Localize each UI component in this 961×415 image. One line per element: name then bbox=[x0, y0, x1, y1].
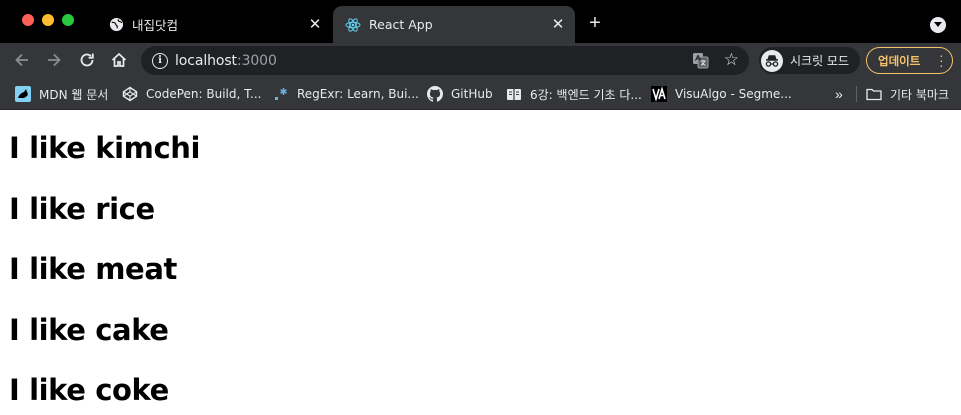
bookmark-mdn[interactable]: MDN 웹 문서 bbox=[15, 83, 108, 105]
bookmark-label: GitHub bbox=[451, 87, 493, 101]
food-heading: I like coke bbox=[9, 373, 169, 407]
other-bookmarks-folder[interactable]: 기타 북마크 bbox=[866, 83, 949, 105]
bookmark-backend[interactable]: 6강: 백엔드 기초 다... bbox=[506, 83, 642, 105]
reload-button[interactable] bbox=[76, 49, 98, 71]
food-heading: I like rice bbox=[9, 192, 155, 226]
book-icon bbox=[506, 86, 522, 102]
translate-icon[interactable] bbox=[692, 52, 709, 69]
maximize-window-button[interactable] bbox=[62, 14, 74, 26]
tab-react-app[interactable]: React App ✕ bbox=[333, 6, 575, 43]
bookmark-star-icon[interactable]: ☆ bbox=[724, 51, 739, 69]
tab-strip: 내집닷컴 ✕ React App ✕ + bbox=[0, 0, 961, 43]
regexr-icon bbox=[273, 86, 289, 102]
page-content: I like kimchi I like rice I like meat I … bbox=[0, 111, 961, 415]
visualgo-icon bbox=[651, 86, 667, 102]
address-bar[interactable]: i localhost:3000 ☆ bbox=[141, 46, 749, 75]
home-icon bbox=[111, 52, 127, 67]
back-button[interactable] bbox=[11, 49, 33, 71]
bookmark-label: 6강: 백엔드 기초 다... bbox=[530, 87, 642, 102]
close-icon[interactable]: ✕ bbox=[307, 17, 323, 33]
chevron-down-icon bbox=[934, 22, 942, 27]
more-menu-icon[interactable]: · · · bbox=[939, 48, 944, 72]
more-bookmarks-icon[interactable]: » bbox=[835, 86, 843, 102]
home-button[interactable] bbox=[108, 49, 130, 71]
bookmark-label: MDN 웹 문서 bbox=[39, 87, 109, 102]
tab-search-button[interactable] bbox=[930, 17, 946, 33]
forward-arrow-icon bbox=[48, 53, 61, 67]
update-label: 업데이트 bbox=[878, 53, 921, 68]
globe-icon bbox=[108, 17, 124, 33]
back-arrow-icon bbox=[15, 53, 28, 67]
react-icon bbox=[345, 17, 361, 33]
bookmark-regexr[interactable]: RegExr: Learn, Bui... bbox=[273, 83, 419, 105]
github-icon bbox=[427, 86, 443, 102]
close-window-button[interactable] bbox=[22, 14, 34, 26]
new-tab-button[interactable]: + bbox=[585, 13, 605, 34]
bookmarks-divider bbox=[856, 86, 857, 102]
url-text: localhost:3000 bbox=[175, 52, 277, 69]
tab-title: 내집닷컴 bbox=[132, 18, 179, 33]
incognito-icon bbox=[761, 49, 783, 72]
update-button[interactable]: 업데이트 · · · bbox=[866, 47, 953, 74]
other-bookmarks-label: 기타 북마크 bbox=[890, 87, 950, 102]
food-heading: I like kimchi bbox=[9, 131, 201, 165]
incognito-label: 시크릿 모드 bbox=[790, 54, 850, 68]
forward-button[interactable] bbox=[43, 49, 65, 71]
food-heading: I like meat bbox=[9, 252, 177, 286]
incognito-indicator[interactable]: 시크릿 모드 bbox=[759, 47, 860, 74]
minimize-window-button[interactable] bbox=[42, 14, 54, 26]
bookmark-label: VisuAlgo - Segme... bbox=[675, 87, 792, 101]
bookmark-codepen[interactable]: CodePen: Build, T... bbox=[122, 83, 261, 105]
bookmark-label: CodePen: Build, T... bbox=[146, 87, 262, 101]
site-info-icon[interactable]: i bbox=[152, 52, 168, 69]
bookmark-label: RegExr: Learn, Bui... bbox=[297, 87, 419, 101]
mdn-icon bbox=[15, 86, 31, 102]
bookmark-github[interactable]: GitHub bbox=[427, 83, 493, 105]
tab-title: React App bbox=[369, 17, 433, 32]
bookmark-visualgo[interactable]: VisuAlgo - Segme... bbox=[651, 83, 792, 105]
folder-icon bbox=[866, 86, 882, 102]
close-icon[interactable]: ✕ bbox=[550, 17, 566, 33]
browser-toolbar: i localhost:3000 ☆ 시크릿 모드 업데이트 · · · bbox=[0, 43, 961, 78]
food-heading: I like cake bbox=[9, 313, 169, 347]
codepen-icon bbox=[122, 86, 138, 102]
reload-icon bbox=[80, 53, 94, 67]
tab-naejib[interactable]: 내집닷컴 ✕ bbox=[96, 6, 332, 43]
bookmarks-bar: MDN 웹 문서 CodePen: Build, T... RegExr: Le… bbox=[0, 78, 961, 110]
